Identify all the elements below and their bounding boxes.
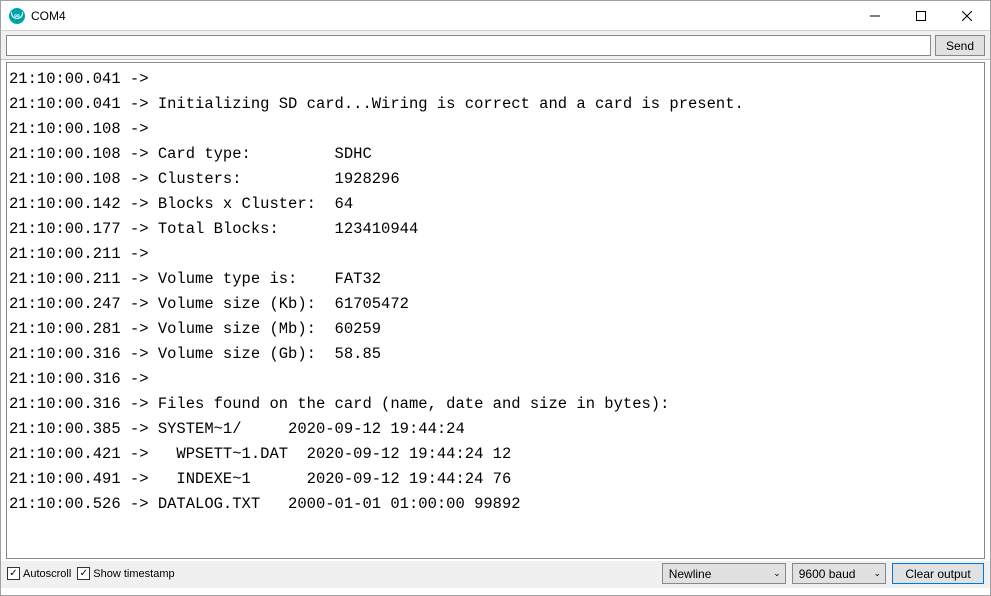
window-controls [852,1,990,31]
input-row: Send [1,31,990,60]
clear-output-button[interactable]: Clear output [892,563,984,584]
close-button[interactable] [944,1,990,31]
arduino-icon: ∞ [9,8,25,24]
chevron-down-icon: ⌄ [873,568,881,579]
checkbox-icon: ✓ [7,567,20,580]
show-timestamp-checkbox[interactable]: ✓ Show timestamp [77,567,174,580]
serial-output[interactable]: 21:10:00.041 -> 21:10:00.041 -> Initiali… [6,62,985,559]
bottom-bar: ✓ Autoscroll ✓ Show timestamp Newline ⌄ … [1,561,990,588]
chevron-down-icon: ⌄ [773,568,781,579]
line-ending-select[interactable]: Newline ⌄ [662,563,786,584]
titlebar: ∞ COM4 [1,1,990,31]
maximize-button[interactable] [898,1,944,31]
checkbox-icon: ✓ [77,567,90,580]
show-timestamp-label: Show timestamp [93,568,174,580]
window-title: COM4 [31,9,66,23]
autoscroll-checkbox[interactable]: ✓ Autoscroll [7,567,71,580]
line-ending-value: Newline [669,567,712,581]
baud-rate-value: 9600 baud [799,567,856,581]
serial-input[interactable] [6,35,931,56]
baud-rate-select[interactable]: 9600 baud ⌄ [792,563,886,584]
autoscroll-label: Autoscroll [23,568,71,580]
minimize-button[interactable] [852,1,898,31]
send-button[interactable]: Send [935,35,985,56]
